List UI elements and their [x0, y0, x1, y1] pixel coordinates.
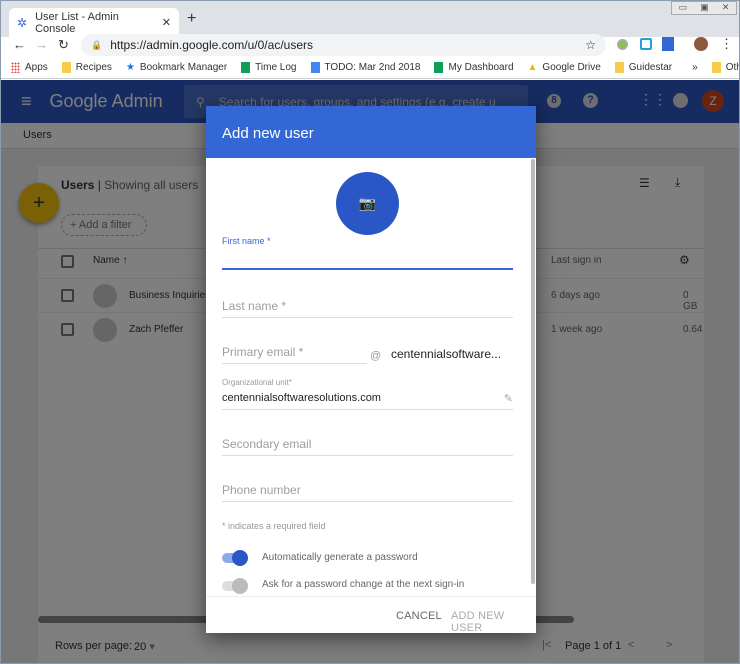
- bookmark-label: Apps: [25, 62, 48, 73]
- bookmark-label: Other bookmarks: [725, 62, 739, 73]
- cancel-button[interactable]: CANCEL: [396, 610, 442, 622]
- first-name-input[interactable]: [222, 252, 513, 270]
- tab-title: User List - Admin Console: [35, 10, 119, 35]
- edit-pencil-icon[interactable]: ✎: [504, 392, 513, 405]
- sheets-icon: [241, 62, 251, 73]
- add-new-user-button[interactable]: ADD NEW USER: [451, 610, 536, 634]
- bookmark-my-dashboard[interactable]: My Dashboard: [434, 62, 514, 73]
- bookmark-label: My Dashboard: [448, 62, 514, 73]
- folder-icon: [61, 62, 71, 73]
- apps-grid-icon: [11, 62, 20, 73]
- close-tab-icon[interactable]: ✕: [162, 16, 171, 29]
- profile-avatar[interactable]: [694, 37, 708, 51]
- extension-icon[interactable]: [617, 39, 628, 50]
- bookmark-recipes[interactable]: Recipes: [61, 62, 112, 73]
- forward-icon[interactable]: →: [35, 37, 48, 52]
- bookmark-label: Recipes: [75, 62, 112, 73]
- org-unit-label: Organizational unit*: [222, 378, 292, 387]
- tab-strip: ✲ User List - Admin Console ✕ + ▭ ▣ ✕: [1, 1, 739, 37]
- bookmark-manager[interactable]: ★ Bookmark Manager: [126, 62, 227, 73]
- bookmark-label: Google Drive: [542, 62, 601, 73]
- first-name-label: First name *: [222, 236, 271, 246]
- phone-number-input[interactable]: Phone number: [222, 483, 513, 502]
- auto-password-toggle[interactable]: [222, 550, 248, 566]
- lock-icon: 🔒: [91, 39, 103, 50]
- drive-icon: ▲: [527, 62, 538, 73]
- ask-change-label: Ask for a password change at the next si…: [262, 579, 465, 590]
- back-icon[interactable]: ←: [13, 37, 26, 52]
- window-controls: ▭ ▣ ✕: [671, 1, 737, 15]
- folder-icon: [614, 62, 624, 73]
- upload-photo-button[interactable]: 📷: [336, 172, 399, 235]
- last-name-placeholder: Last name *: [222, 299, 287, 313]
- folder-icon: [711, 62, 721, 73]
- bookmark-time-log[interactable]: Time Log: [241, 62, 297, 73]
- ask-change-toggle[interactable]: [222, 578, 248, 594]
- more-bookmarks-button[interactable]: »: [692, 62, 698, 73]
- org-unit-value: centennialsoftwaresolutions.com: [222, 392, 381, 404]
- reload-icon[interactable]: ↻: [58, 37, 69, 53]
- at-sign: @: [370, 350, 382, 362]
- dialog-scrollbar[interactable]: [531, 159, 535, 584]
- bookmark-label: TODO: Mar 2nd 2018: [324, 62, 421, 73]
- primary-email-input[interactable]: Primary email *: [222, 345, 367, 364]
- other-bookmarks[interactable]: Other bookmarks: [711, 62, 739, 73]
- close-window-button[interactable]: ✕: [722, 2, 730, 14]
- tab-user-list[interactable]: ✲ User List - Admin Console ✕: [9, 8, 179, 37]
- sheets-icon: [434, 62, 444, 73]
- dialog-header: Add new user: [206, 106, 536, 158]
- browser-window: ✲ User List - Admin Console ✕ + ▭ ▣ ✕ ← → …: [0, 0, 740, 664]
- new-tab-button[interactable]: +: [187, 10, 196, 28]
- bookmark-guidestar[interactable]: Guidestar: [614, 62, 673, 73]
- menu-icon[interactable]: ⋮: [720, 36, 733, 52]
- domain-select[interactable]: centennialsoftware...: [391, 347, 501, 361]
- dialog-title: Add new user: [222, 125, 314, 142]
- bookmark-star-icon[interactable]: ☆: [585, 38, 596, 52]
- url-text[interactable]: https://admin.google.com/u/0/ac/users: [110, 38, 577, 52]
- bookmark-label: Guidestar: [628, 62, 673, 73]
- auto-password-label: Automatically generate a password: [262, 552, 418, 563]
- add-user-dialog: Add new user 📷 First name * Last name * …: [206, 106, 536, 634]
- extension-icon[interactable]: [662, 37, 674, 51]
- org-unit-input[interactable]: centennialsoftwaresolutions.com ✎: [222, 392, 513, 410]
- bookmark-google-drive[interactable]: ▲ Google Drive: [528, 62, 601, 73]
- bookmark-label: Time Log: [255, 62, 297, 73]
- docs-icon: [310, 62, 320, 73]
- maximize-button[interactable]: ▣: [700, 2, 709, 14]
- extension-icon[interactable]: [640, 38, 652, 50]
- minimize-button[interactable]: ▭: [679, 2, 688, 14]
- bookmark-label: Bookmark Manager: [139, 62, 228, 73]
- primary-email-placeholder: Primary email *: [222, 345, 304, 359]
- admin-favicon-icon: ✲: [17, 15, 28, 30]
- secondary-email-placeholder: Secondary email: [222, 437, 312, 451]
- last-name-input[interactable]: Last name *: [222, 299, 513, 318]
- secondary-email-input[interactable]: Secondary email: [222, 437, 513, 456]
- bookmarks-bar: Apps Recipes ★ Bookmark Manager Time Log …: [1, 57, 739, 79]
- bookmark-apps[interactable]: Apps: [11, 62, 48, 73]
- required-note: * indicates a required field: [222, 521, 326, 531]
- address-bar[interactable]: 🔒 https://admin.google.com/u/0/ac/users …: [81, 34, 606, 56]
- bookmark-todo[interactable]: TODO: Mar 2nd 2018: [310, 62, 421, 73]
- phone-placeholder: Phone number: [222, 483, 301, 497]
- camera-icon: 📷: [358, 195, 377, 211]
- star-icon: ★: [125, 62, 135, 73]
